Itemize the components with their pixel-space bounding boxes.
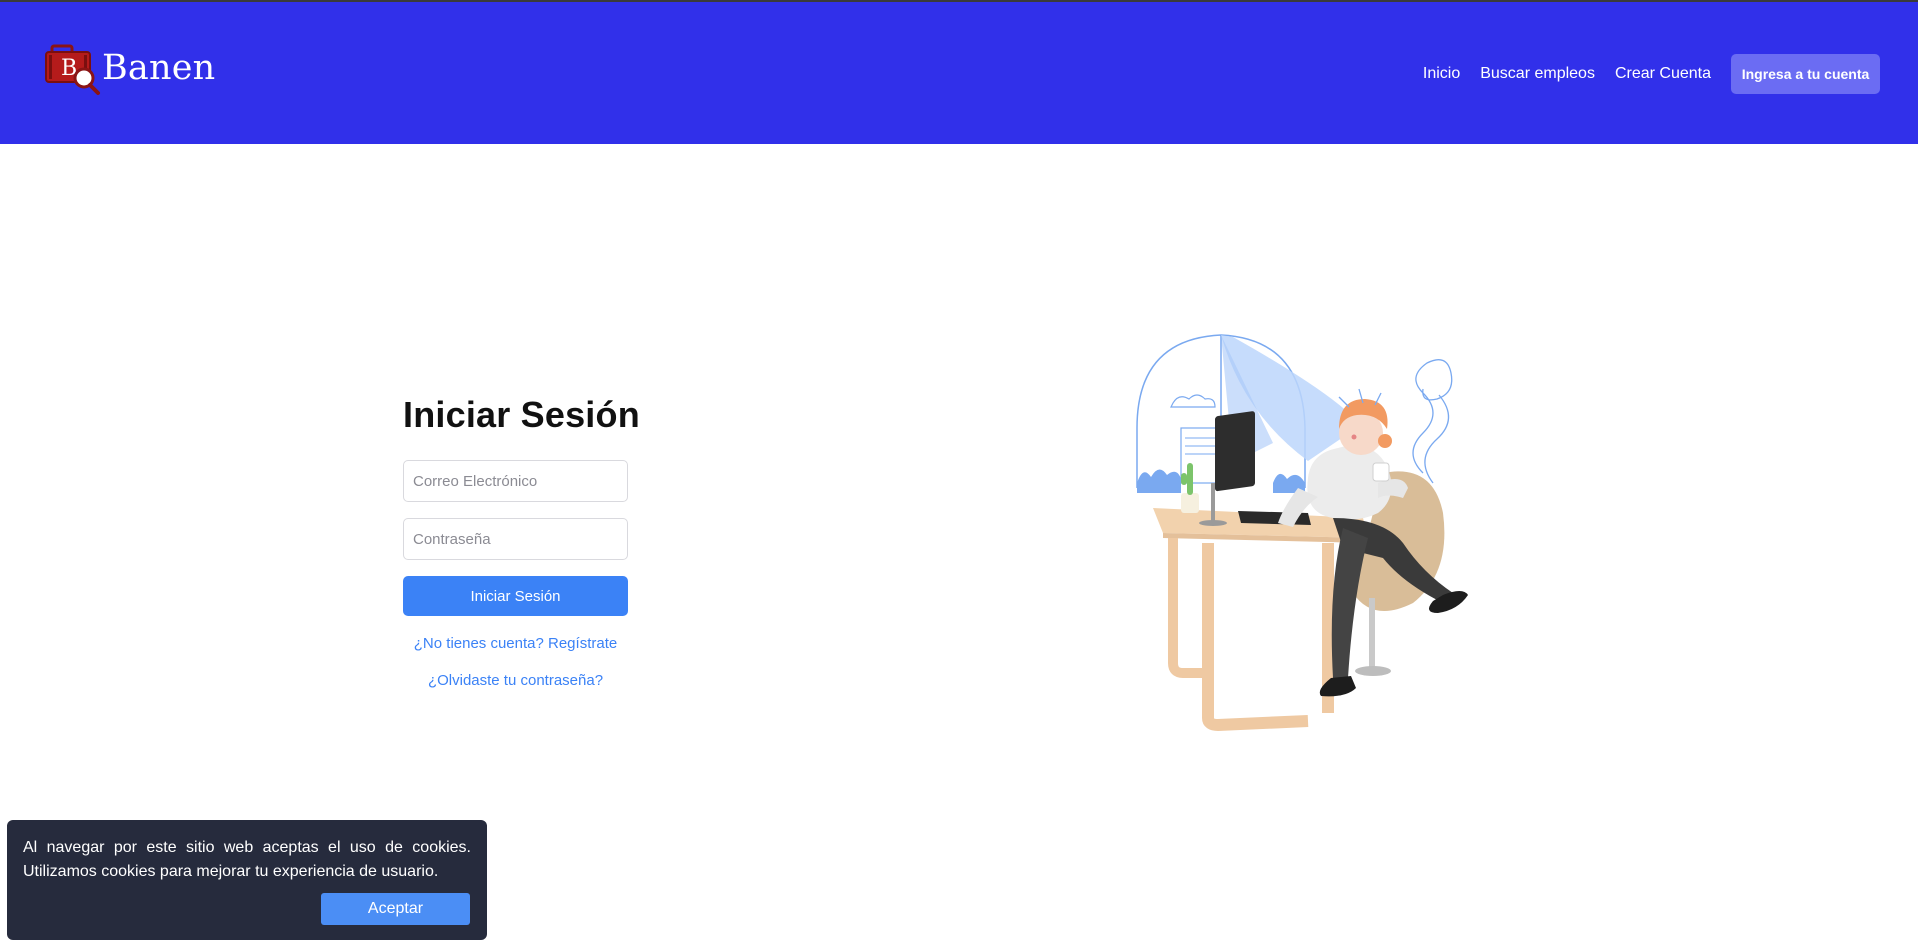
login-submit-button[interactable]: Iniciar Sesión <box>403 576 628 616</box>
brand-logo[interactable]: B Banen <box>44 44 215 100</box>
register-link[interactable]: ¿No tienes cuenta? Regístrate <box>403 635 628 652</box>
briefcase-magnifier-icon: B <box>45 44 100 95</box>
cookie-accept-button[interactable]: Aceptar <box>321 893 470 925</box>
page-title: Iniciar Sesión <box>403 394 640 435</box>
email-field[interactable] <box>403 460 628 502</box>
site-header: B Banen Inicio Buscar empleos Crear Cuen… <box>0 2 1918 144</box>
cookie-message: Al navegar por este sitio web aceptas el… <box>23 839 471 880</box>
nav-inicio[interactable]: Inicio <box>1423 65 1460 83</box>
cookie-banner: Al navegar por este sitio web aceptas el… <box>7 820 487 940</box>
login-cta-button[interactable]: Ingresa a tu cuenta <box>1731 54 1880 94</box>
woman-at-desk-illustration <box>1136 334 1468 731</box>
nav-buscar-empleos[interactable]: Buscar empleos <box>1480 65 1595 83</box>
login-form: Iniciar Sesión Iniciar Sesión ¿No tienes… <box>403 394 640 689</box>
forgot-password-link[interactable]: ¿Olvidaste tu contraseña? <box>403 672 628 689</box>
nav-crear-cuenta[interactable]: Crear Cuenta <box>1615 65 1711 83</box>
password-field[interactable] <box>403 518 628 560</box>
brand-name: Banen <box>102 48 216 88</box>
main-nav: Inicio Buscar empleos Crear Cuenta Ingre… <box>1403 54 1880 94</box>
